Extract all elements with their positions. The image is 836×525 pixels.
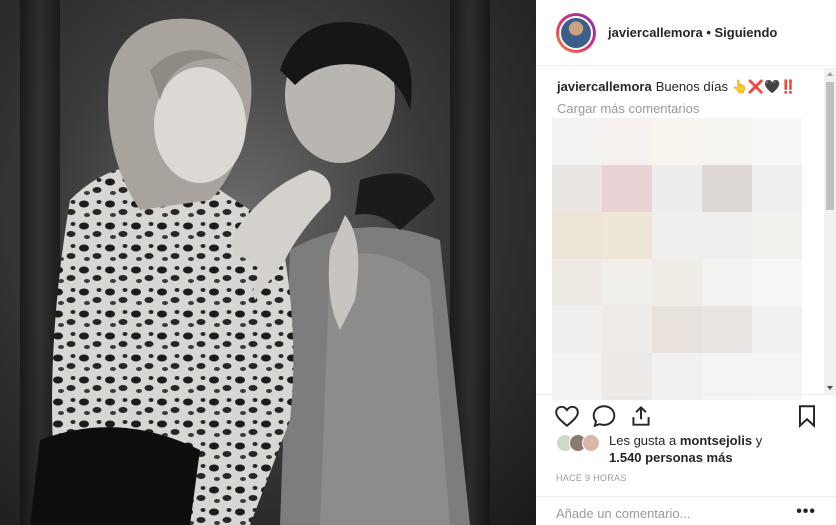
blurred-block [552, 259, 602, 306]
post-caption: javiercallemora Buenos días 👆❌🖤‼️ [557, 78, 819, 96]
scroll-up-arrow-icon[interactable] [827, 72, 833, 76]
likes-text: Les gusta a montsejolis y 1.540 personas… [609, 432, 809, 466]
liker-username[interactable]: montsejolis [680, 433, 752, 448]
blurred-block [652, 212, 702, 259]
blurred-block [752, 306, 802, 353]
blurred-block [602, 259, 652, 306]
blurred-block [652, 165, 702, 212]
liker-avatars[interactable] [556, 434, 606, 452]
blurred-block [752, 353, 802, 400]
blurred-block [552, 306, 602, 353]
post-sidebar: javiercallemora • Siguiendo javiercallem… [536, 0, 836, 525]
scroll-down-arrow-icon[interactable] [827, 386, 833, 390]
avatar [582, 434, 600, 452]
caption-username[interactable]: javiercallemora [557, 79, 652, 94]
blurred-comments [552, 118, 802, 400]
caption-text: Buenos días 👆❌🖤‼️ [655, 79, 797, 94]
blurred-block [602, 353, 652, 400]
following-button[interactable]: Siguiendo [715, 25, 778, 40]
load-more-comments-link[interactable]: Cargar más comentarios [557, 100, 819, 118]
blurred-block [552, 118, 602, 165]
share-icon[interactable] [628, 403, 654, 429]
blurred-block [702, 306, 752, 353]
blurred-block [652, 306, 702, 353]
blurred-block [702, 353, 752, 400]
blurred-block [652, 259, 702, 306]
comments-area: javiercallemora Buenos días 👆❌🖤‼️ Cargar … [552, 78, 819, 400]
blurred-block [652, 118, 702, 165]
couple-illustration [30, 18, 470, 525]
comment-icon[interactable] [591, 403, 617, 429]
blurred-block [702, 212, 752, 259]
blurred-block [602, 165, 652, 212]
heart-icon[interactable] [554, 403, 580, 429]
blurred-block [702, 165, 752, 212]
header-text: javiercallemora • Siguiendo [608, 25, 777, 40]
likes-summary: Les gusta a montsejolis y 1.540 personas… [556, 432, 826, 468]
blurred-block [702, 259, 752, 306]
comment-input[interactable] [556, 506, 786, 521]
blurred-block [602, 212, 652, 259]
blurred-block [752, 259, 802, 306]
scroll-thumb[interactable] [826, 82, 834, 210]
comment-bar: ••• [536, 496, 836, 525]
post-timestamp[interactable]: HACE 9 HORAS [556, 473, 627, 483]
blurred-block [752, 118, 802, 165]
post-photo[interactable] [0, 0, 536, 525]
bookmark-icon[interactable] [794, 403, 820, 429]
author-username[interactable]: javiercallemora [608, 25, 703, 40]
blurred-block [602, 306, 652, 353]
blurred-block [552, 353, 602, 400]
blurred-block [752, 212, 802, 259]
author-avatar[interactable] [556, 12, 596, 53]
likes-prefix: Les gusta a [609, 433, 677, 448]
blurred-block [602, 118, 652, 165]
likes-and: y [755, 433, 763, 448]
separator-dot: • [706, 25, 711, 40]
blurred-block [702, 118, 752, 165]
blurred-block [752, 165, 802, 212]
avatar-image [559, 15, 593, 50]
more-options-icon[interactable]: ••• [796, 503, 816, 521]
blurred-block [652, 353, 702, 400]
action-bar [536, 394, 836, 434]
comments-scrollbar[interactable] [824, 68, 836, 394]
post-header: javiercallemora • Siguiendo [536, 0, 836, 66]
blurred-block [552, 165, 602, 212]
likes-count-link[interactable]: 1.540 personas más [609, 450, 733, 465]
blurred-block [552, 212, 602, 259]
